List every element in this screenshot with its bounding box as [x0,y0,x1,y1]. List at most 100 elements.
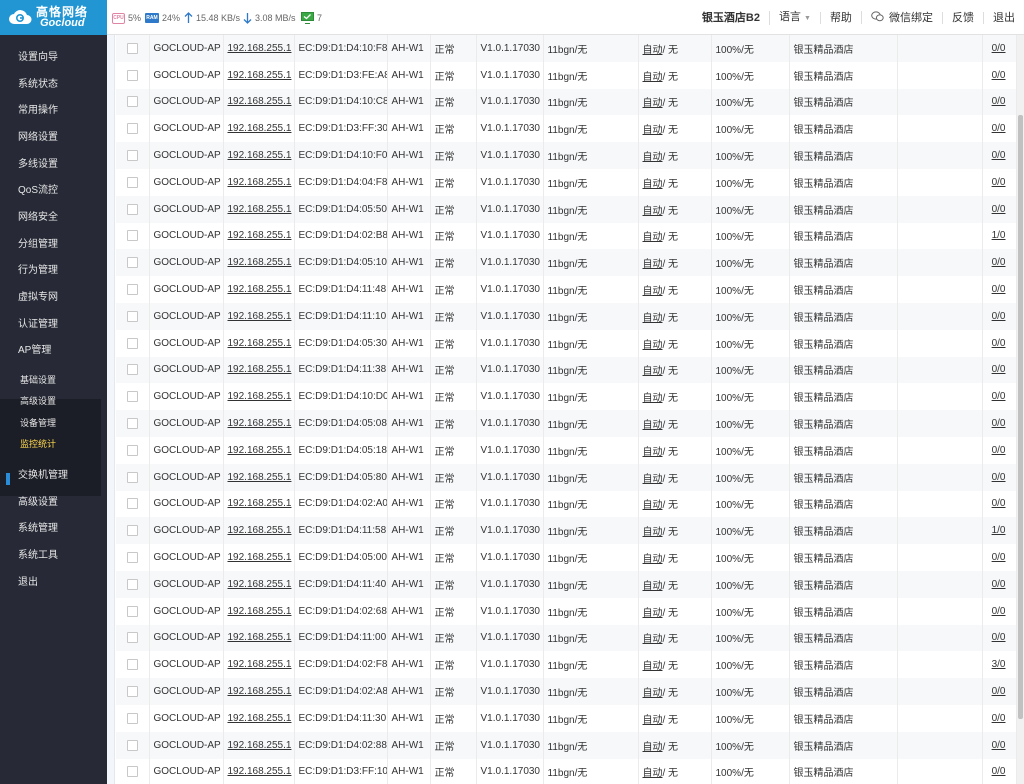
language-menu[interactable]: 语言 ▼ [768,10,820,25]
submenu-item-active[interactable]: 监控统计 [20,438,56,450]
channel-auto-link[interactable]: 自动 [643,179,663,190]
row-checkbox[interactable] [126,123,138,135]
ap-ip-link[interactable]: 192.168.255.1 [228,659,292,670]
sidebar-item[interactable]: 认证管理 [18,317,58,333]
channel-auto-link[interactable]: 自动 [643,393,663,404]
scroll-thumb[interactable] [1018,115,1023,719]
ap-clients-link[interactable]: 0/0 [992,257,1006,268]
ap-ip-link[interactable]: 192.168.255.1 [228,204,292,215]
row-checkbox[interactable] [126,498,138,510]
ap-ip-link[interactable]: 192.168.255.1 [228,177,292,188]
channel-auto-link[interactable]: 自动 [643,661,663,672]
channel-auto-link[interactable]: 自动 [643,447,663,458]
row-checkbox[interactable] [126,176,138,188]
sidebar-item[interactable]: AP管理 [18,343,51,359]
ap-clients-link[interactable]: 0/0 [992,766,1006,777]
sidebar-item[interactable]: 虚拟专网 [18,290,58,306]
ap-clients-link[interactable]: 3/0 [992,659,1006,670]
channel-auto-link[interactable]: 自动 [643,366,663,377]
ap-clients-link[interactable]: 0/0 [992,150,1006,161]
channel-auto-link[interactable]: 自动 [643,340,663,351]
ap-ip-link[interactable]: 192.168.255.1 [228,96,292,107]
row-checkbox[interactable] [126,364,138,376]
ap-clients-link[interactable]: 0/0 [992,123,1006,134]
online-devices[interactable]: 7 [301,11,322,25]
submenu-item[interactable]: 基础设置 [20,374,56,386]
channel-auto-link[interactable]: 自动 [643,286,663,297]
ap-ip-link[interactable]: 192.168.255.1 [228,713,292,724]
ap-ip-link[interactable]: 192.168.255.1 [228,766,292,777]
ap-ip-link[interactable]: 192.168.255.1 [228,364,292,375]
sidebar-item[interactable]: 退出 [18,575,38,591]
ap-ip-link[interactable]: 192.168.255.1 [228,70,292,81]
row-checkbox[interactable] [126,337,138,349]
row-checkbox[interactable] [126,659,138,671]
sidebar-item[interactable]: 分组管理 [18,237,58,253]
ap-ip-link[interactable]: 192.168.255.1 [228,606,292,617]
row-checkbox[interactable] [126,150,138,162]
ap-ip-link[interactable]: 192.168.255.1 [228,525,292,536]
channel-auto-link[interactable]: 自动 [643,581,663,592]
sidebar-item[interactable]: 交换机管理 [18,468,68,484]
ap-ip-link[interactable]: 192.168.255.1 [228,445,292,456]
row-checkbox[interactable] [126,605,138,617]
submenu-item[interactable]: 设备管理 [20,417,56,429]
channel-auto-link[interactable]: 自动 [643,554,663,565]
logo[interactable]: 高恪网络 Gocloud [0,0,107,35]
row-checkbox[interactable] [126,96,138,108]
channel-auto-link[interactable]: 自动 [643,72,663,83]
ap-clients-link[interactable]: 0/0 [992,632,1006,643]
channel-auto-link[interactable]: 自动 [643,742,663,753]
row-checkbox[interactable] [126,739,138,751]
ap-clients-link[interactable]: 0/0 [992,43,1006,54]
sidebar-item[interactable]: 高级设置 [18,495,58,511]
row-checkbox[interactable] [126,257,138,269]
channel-auto-link[interactable]: 自动 [643,608,663,619]
ap-clients-link[interactable]: 1/0 [992,525,1006,536]
ap-clients-link[interactable]: 0/0 [992,364,1006,375]
ap-ip-link[interactable]: 192.168.255.1 [228,311,292,322]
logout-link[interactable]: 退出 [983,11,1024,24]
ap-clients-link[interactable]: 0/0 [992,740,1006,751]
ap-ip-link[interactable]: 192.168.255.1 [228,338,292,349]
sidebar-item[interactable]: 系统状态 [18,77,58,93]
row-checkbox[interactable] [126,203,138,215]
submenu-item[interactable]: 高级设置 [20,395,56,407]
sidebar-item[interactable]: QoS流控 [18,183,58,199]
channel-auto-link[interactable]: 自动 [643,715,663,726]
ap-clients-link[interactable]: 0/0 [992,686,1006,697]
ap-clients-link[interactable]: 0/0 [992,445,1006,456]
sidebar-item[interactable]: 网络设置 [18,130,58,146]
row-checkbox[interactable] [126,712,138,724]
channel-auto-link[interactable]: 自动 [643,768,663,779]
ap-ip-link[interactable]: 192.168.255.1 [228,391,292,402]
ap-clients-link[interactable]: 0/0 [992,338,1006,349]
channel-auto-link[interactable]: 自动 [643,500,663,511]
ap-clients-link[interactable]: 0/0 [992,606,1006,617]
sidebar-item[interactable]: 行为管理 [18,263,58,279]
sidebar-item[interactable]: 系统管理 [18,521,58,537]
ap-clients-link[interactable]: 0/0 [992,579,1006,590]
ap-clients-link[interactable]: 0/0 [992,472,1006,483]
ap-clients-link[interactable]: 0/0 [992,177,1006,188]
channel-auto-link[interactable]: 自动 [643,527,663,538]
ap-ip-link[interactable]: 192.168.255.1 [228,498,292,509]
ap-clients-link[interactable]: 0/0 [992,96,1006,107]
ap-clients-link[interactable]: 0/0 [992,418,1006,429]
ap-clients-link[interactable]: 0/0 [992,204,1006,215]
row-checkbox[interactable] [126,310,138,322]
ap-clients-link[interactable]: 0/0 [992,391,1006,402]
channel-auto-link[interactable]: 自动 [643,125,663,136]
row-checkbox[interactable] [126,471,138,483]
help-link[interactable]: 帮助 [819,11,861,24]
row-checkbox[interactable] [126,525,138,537]
sidebar-item[interactable]: 设置向导 [18,50,58,66]
ap-ip-link[interactable]: 192.168.255.1 [228,686,292,697]
row-checkbox[interactable] [126,632,138,644]
ap-clients-link[interactable]: 1/0 [992,230,1006,241]
row-checkbox[interactable] [126,417,138,429]
ap-ip-link[interactable]: 192.168.255.1 [228,230,292,241]
ap-clients-link[interactable]: 0/0 [992,498,1006,509]
ap-ip-link[interactable]: 192.168.255.1 [228,740,292,751]
ap-clients-link[interactable]: 0/0 [992,70,1006,81]
